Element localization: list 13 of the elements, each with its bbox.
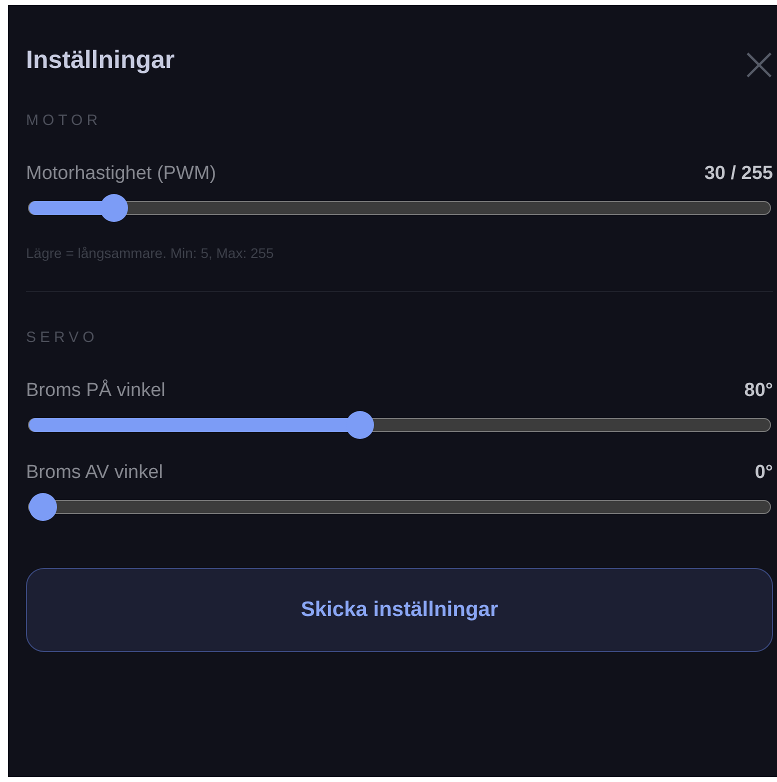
slider-thumb[interactable] [346, 411, 374, 439]
slider-thumb[interactable] [100, 194, 128, 222]
slider-value: 0° [754, 462, 773, 484]
section-heading: SERVO [26, 329, 100, 346]
slider-label: Motorhastighet (PWM) [26, 163, 216, 185]
slider-label: Broms AV vinkel [26, 462, 163, 484]
slider-label: Broms PÅ vinkel [26, 380, 166, 402]
slider-value: 30 / 255 [704, 163, 773, 185]
slider-thumb[interactable] [29, 493, 57, 521]
panel-title: Inställningar [26, 46, 175, 74]
submit-button[interactable]: Skicka inställningar [26, 568, 773, 652]
section-heading: MOTOR [26, 112, 103, 129]
slider-value: 80° [744, 380, 773, 402]
